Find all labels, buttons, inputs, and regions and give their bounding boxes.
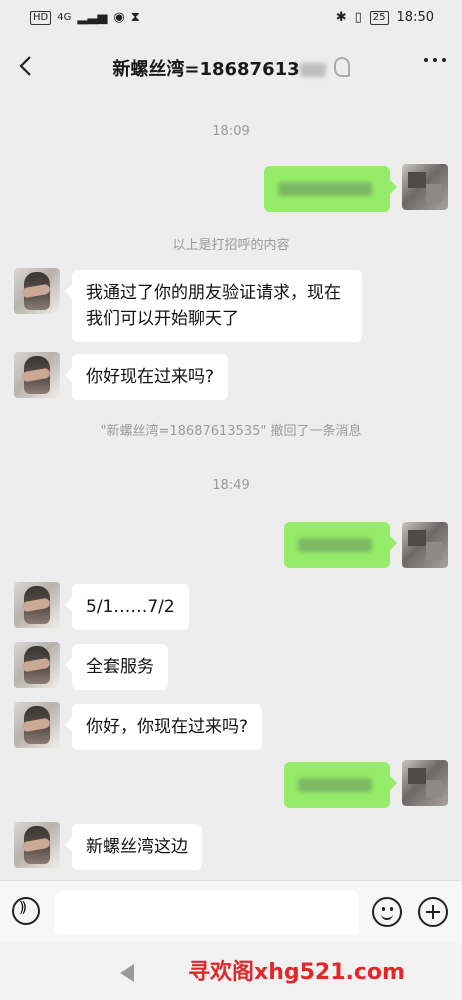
blurred-content [278, 182, 372, 196]
received-message-bubble[interactable]: 新螺丝湾这边 [65, 824, 202, 870]
contact-avatar[interactable] [14, 268, 60, 314]
received-message-bubble[interactable]: 你好，你现在过来吗? [64, 704, 263, 750]
sent-message-bubble[interactable] [264, 166, 397, 212]
contact-avatar[interactable] [14, 822, 60, 868]
sent-message-bubble[interactable] [284, 522, 397, 568]
received-message-bubble[interactable]: 你好现在过来吗? [64, 354, 229, 400]
earpiece-icon [333, 57, 350, 77]
recall-notice: "新螺丝湾=18687613535" 撤回了一条消息 [100, 424, 362, 439]
bluetooth-icon: ✱ [335, 10, 347, 25]
contact-avatar[interactable] [14, 582, 60, 628]
input-bar [0, 880, 462, 943]
system-navigation-bar: 寻欢阁xhg521.com [0, 942, 462, 1000]
my-avatar[interactable] [402, 760, 448, 806]
vibrate-icon: ▯ [354, 10, 362, 25]
received-message-bubble[interactable]: 全套服务 [65, 644, 168, 690]
more-options-icon[interactable] [424, 58, 446, 62]
chat-title: 新螺丝湾=18687613 [0, 55, 462, 81]
blurred-content [298, 538, 372, 552]
emoji-icon[interactable] [372, 897, 402, 927]
plus-icon[interactable] [418, 897, 448, 927]
my-avatar[interactable] [402, 522, 448, 568]
signal-icon: ▂▃▅ [77, 10, 108, 25]
system-back-icon[interactable] [120, 964, 134, 982]
hd-badge: HD [30, 10, 52, 25]
eye-icon: ◉ [113, 10, 125, 25]
contact-avatar[interactable] [14, 642, 60, 688]
battery-indicator: 25 [369, 10, 389, 25]
message-input[interactable] [55, 891, 359, 935]
contact-avatar[interactable] [14, 352, 60, 398]
signal-label: 4G [57, 12, 72, 23]
system-message: 以上是打招呼的内容 [172, 238, 290, 253]
received-message-bubble[interactable]: 我通过了你的朋友验证请求，现在我们可以开始聊天了 [65, 270, 362, 342]
contact-avatar[interactable] [14, 702, 60, 748]
hourglass-icon: ⧗ [130, 10, 140, 25]
my-avatar[interactable] [402, 164, 448, 210]
chat-header: 新螺丝湾=18687613 [0, 38, 462, 98]
clock-time: 18:50 [396, 10, 434, 25]
blurred-content [298, 778, 372, 792]
timestamp: 18:09 [212, 124, 250, 139]
sent-message-bubble[interactable] [284, 762, 397, 808]
received-message-bubble[interactable]: 5/1……7/2 [65, 584, 189, 630]
timestamp: 18:49 [212, 478, 250, 493]
voice-icon[interactable] [12, 897, 40, 925]
contact-name: 新螺丝湾=18687613 [112, 59, 300, 80]
message-list[interactable]: 18:09 以上是打招呼的内容 我通过了你的朋友验证请求，现在我们可以开始聊天了… [0, 98, 462, 880]
watermark-text: 寻欢阁xhg521.com [188, 960, 405, 985]
status-bar: HD 4G ▂▃▅ ◉ ⧗ ✱ ▯ 25 18:50 [0, 0, 462, 38]
redacted-digits [299, 63, 326, 77]
